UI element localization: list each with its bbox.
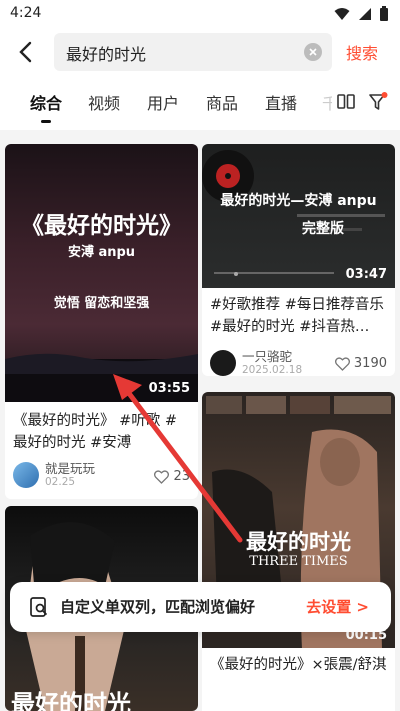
annotation-arrow (113, 374, 243, 543)
